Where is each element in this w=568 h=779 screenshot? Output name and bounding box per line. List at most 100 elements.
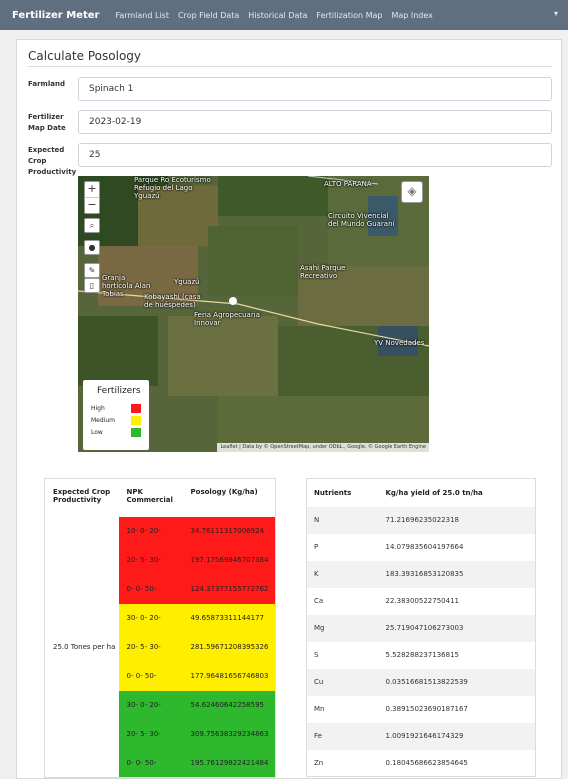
zoom-in-button[interactable]: + xyxy=(85,182,99,197)
table-row: Mn 0.38915023690187167 xyxy=(307,696,536,723)
place-alto-parana: ALTO PARANÁ xyxy=(324,180,372,188)
productivity-label: Expected Crop Productivity xyxy=(28,146,77,176)
place-feria-agropecuaria: Feria Agropecuaria Innovar xyxy=(194,311,260,327)
nutrient-name-cell: N xyxy=(306,506,379,534)
legend-label-low: Low xyxy=(91,429,103,436)
nutrient-value-cell: 0.38915023690187167 xyxy=(385,705,468,713)
table-row: Zn 0.18045686623854645 xyxy=(307,750,536,777)
productivity-field[interactable]: 25 xyxy=(78,143,552,167)
npk-cell: 0- 0- 50- xyxy=(118,661,183,691)
place-parque-ecoturismo: Parque Ro Ecoturismo Refugio del Lago Yg… xyxy=(134,176,211,200)
table-row: S 5.528288237136815 xyxy=(307,642,536,669)
posology-card: Calculate Posology Farmland Spinach 1 Fe… xyxy=(16,39,562,779)
nutrient-name-cell: K xyxy=(306,560,379,588)
npk-cell: 30- 0- 20- xyxy=(118,603,183,633)
brand[interactable]: Fertilizer Meter xyxy=(12,10,99,21)
search-icon[interactable]: ⌕ xyxy=(84,218,100,233)
nutrient-value-cell: 71.21696235022318 xyxy=(378,506,536,534)
header-nutrients: Nutrients xyxy=(314,488,352,497)
posology-value-cell: 49.65873311144177 xyxy=(182,603,276,633)
title-divider xyxy=(28,66,552,67)
nutrient-name-cell: Fe xyxy=(306,722,379,750)
page-title: Calculate Posology xyxy=(28,49,141,63)
legend-swatch-high xyxy=(131,404,141,413)
table-row: Fe 1.0091921646174329 xyxy=(306,722,536,750)
header-posology: Posology (Kg/ha) xyxy=(190,488,258,496)
nutrient-value-cell: 0.035166815138225​39 xyxy=(378,668,536,696)
place-yv-novedades: YV Novedades xyxy=(374,339,425,347)
nutrient-value-cell: 1.0091921646174329 xyxy=(378,722,536,750)
posology-value-cell: 177.96481656746803 xyxy=(182,661,276,691)
posology-value-cell: 197.17569846707384 xyxy=(182,545,276,575)
nutrient-name-cell: P xyxy=(314,543,319,551)
nutrient-value-cell: 5.528288237136815 xyxy=(385,651,459,659)
header-yield: Kg/ha yield of 25.0 tn/ha xyxy=(385,488,483,497)
nutrient-name-cell: Ca xyxy=(314,597,324,605)
nutrient-name-cell: S xyxy=(314,651,319,659)
posology-value-cell: 309.75638329234863 xyxy=(182,719,276,749)
nutrient-value-cell: 183.39316853120835 xyxy=(378,560,536,588)
nav-historical-data[interactable]: Historical Data xyxy=(248,11,307,20)
place-kobayashi: Kobayashi (casa de huéspedes) xyxy=(144,293,201,309)
table-row: P 14.079835604197664 xyxy=(307,534,536,561)
legend-swatch-low xyxy=(131,428,141,437)
legend-item-low: Low xyxy=(91,428,145,437)
header-expected-productivity: Expected Crop Productivity xyxy=(53,488,111,504)
place-asahi-parque: Asahi Parque Recreativo xyxy=(300,264,346,280)
legend-label-high: High xyxy=(91,405,105,412)
navbar: Fertilizer Meter Farmland List Crop Fiel… xyxy=(0,0,568,30)
zoom-out-button[interactable]: − xyxy=(85,198,99,213)
farmland-field[interactable]: Spinach 1 xyxy=(78,77,552,101)
productivity-cell: 25.0 Tones per ha xyxy=(53,642,116,651)
npk-cell: 30- 0- 20- xyxy=(118,690,183,720)
map-date-field[interactable]: 2023-02-19 xyxy=(78,110,552,134)
place-yguazu: Yguazú xyxy=(174,278,200,286)
nav-farmland-list[interactable]: Farmland List xyxy=(115,11,169,20)
table-row: K 183.39316853120835 xyxy=(306,560,536,588)
table-row: 25.0 Tones per ha 10- 0- 20- 34.7611131700… xyxy=(45,516,276,651)
edit-icon[interactable]: ✎ xyxy=(84,263,100,278)
table-row: N 71.21696235022318 xyxy=(306,506,536,534)
npk-cell: 0- 0- 50- xyxy=(118,574,183,604)
npk-cell: 20- 5- 30- xyxy=(118,632,183,662)
nutrients-table: Nutrients Kg/ha yield of 25.0 tn/ha N 71.… xyxy=(306,478,536,777)
nutrient-value-cell: 22.38300522750411 xyxy=(385,597,459,605)
legend-label-medium: Medium xyxy=(91,417,115,424)
nutrient-value-cell: 0.18045686623854645 xyxy=(385,758,468,767)
table-row: Cu 0.035166815138225​39 xyxy=(306,668,536,696)
posology-table: Expected Crop Productivity NPK Commercia… xyxy=(44,478,276,778)
posology-value-cell: 195.76129822421484 xyxy=(182,748,276,778)
legend-item-medium: Medium xyxy=(91,416,145,425)
nutrient-name-cell: Mn xyxy=(314,705,325,713)
nav-fertilization-map[interactable]: Fertilization Map xyxy=(316,11,382,20)
npk-cell: 0- 0- 50- xyxy=(118,748,183,778)
nav-crop-field-data[interactable]: Crop Field Data xyxy=(178,11,239,20)
marker-icon[interactable]: ● xyxy=(84,240,100,255)
menu-caret-icon[interactable]: ▾ xyxy=(554,9,558,18)
nutrient-name-cell: Cu xyxy=(306,668,379,696)
map-date-label: Fertilizer Map Date xyxy=(28,113,66,132)
fertilization-map[interactable]: Parque Ro Ecoturismo Refugio del Lago Yg… xyxy=(78,176,429,452)
farmland-label: Farmland xyxy=(28,80,65,88)
zoom-control: + − xyxy=(84,181,100,214)
npk-cell: 20- 5- 30- xyxy=(118,719,183,749)
npk-cell: 10- 0- 20- xyxy=(118,516,183,546)
map-legend: Fertilizers High Medium Low xyxy=(83,380,149,450)
npk-cell: 20- 5- 30- xyxy=(118,545,183,575)
posology-value-cell: 281.59671208395326 xyxy=(182,632,276,662)
nutrient-name-cell: Mg xyxy=(306,614,379,642)
nutrient-value-cell: 14.079835604197664 xyxy=(385,543,464,551)
nav-map-index[interactable]: Map Index xyxy=(391,11,432,20)
table-row: Ca 22.38300522750411 xyxy=(307,588,536,615)
map-attribution[interactable]: Leaflet | Data by © OpenStreetMap, under… xyxy=(217,443,429,452)
header-npk-commercial: NPK Commercial xyxy=(126,488,173,504)
layers-icon[interactable]: ◈ xyxy=(401,181,423,203)
nutrient-name-cell: Zn xyxy=(314,758,324,767)
legend-title: Fertilizers xyxy=(97,386,141,396)
nutrient-value-cell: 25.719047106273003 xyxy=(378,614,536,642)
trash-icon[interactable]: ▯ xyxy=(84,278,100,293)
table-row: Mg 25.719047106273003 xyxy=(306,614,536,642)
posology-value-cell: 34.76111317006924 xyxy=(182,516,276,546)
place-circuito-vivencial: Circuito Vivencial del Mundo Guaraní xyxy=(328,212,395,228)
posology-value-cell: 124.37377155772762 xyxy=(182,574,276,604)
